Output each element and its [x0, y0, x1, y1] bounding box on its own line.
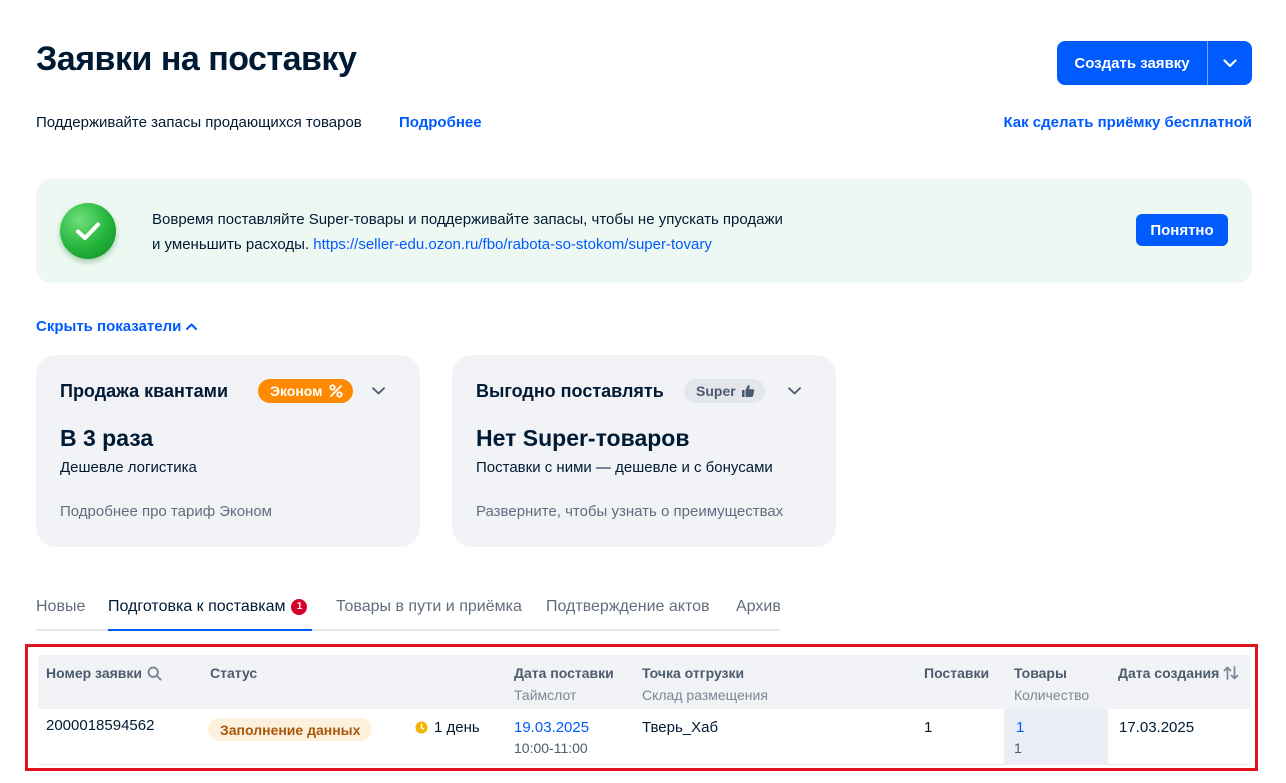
goods-count-link[interactable]: 1	[1016, 719, 1024, 736]
deadline-timer-label: 1 день	[434, 719, 480, 736]
page-title: Заявки на поставку	[36, 40, 357, 78]
chevron-down-icon	[371, 387, 385, 395]
supply-tabs: Новые Подготовка к поставкам 1 Товары в п…	[36, 598, 781, 631]
card-title: Продажа квантами	[60, 381, 229, 401]
super-badge-label: Super	[696, 383, 736, 399]
card-footer-link[interactable]: Подробнее про тариф Эконом	[60, 503, 272, 520]
super-badge: Super	[684, 379, 765, 403]
page-subtitle: Поддерживайте запасы продающихся товаров	[36, 114, 362, 131]
chevron-down-icon	[1223, 58, 1237, 67]
banner-text: Вовремя поставляйте Super-товары и подде…	[152, 207, 783, 257]
free-acceptance-link[interactable]: Как сделать приёмку бесплатной	[1003, 114, 1252, 131]
create-request-button[interactable]: Создать заявку	[1057, 41, 1208, 85]
tab-in-transit[interactable]: Товары в пути и приёмка	[336, 598, 522, 631]
card-headline: Нет Super-товаров	[476, 425, 690, 451]
status-badge: Заполнение данных	[208, 718, 373, 741]
expand-card-button[interactable]	[370, 383, 386, 399]
column-quantity: Количество	[1014, 687, 1090, 703]
card-footer-text: Разверните, чтобы узнать о преимуществах	[476, 503, 784, 520]
hide-metrics-link[interactable]: Скрыть показатели	[36, 318, 198, 335]
supply-requests-table: Номер заявки Статус Дата поставки Таймсл…	[25, 644, 1258, 771]
econom-badge: Эконом	[258, 379, 353, 403]
shipment-point-value: Тверь_Хаб	[642, 719, 719, 736]
column-delivery-date: Дата поставки	[514, 665, 614, 681]
column-timeslot: Таймслот	[514, 687, 577, 703]
tab-preparation-label: Подготовка к поставкам	[108, 598, 286, 615]
delivery-date-link[interactable]: 19.03.2025	[514, 719, 589, 736]
create-request-dropdown-button[interactable]	[1208, 41, 1252, 85]
banner-line-1: Вовремя поставляйте Super-товары и подде…	[152, 211, 783, 228]
check-circle-icon	[60, 203, 116, 259]
card-title: Выгодно поставлять	[476, 381, 664, 401]
create-request-button-group: Создать заявку	[1057, 41, 1252, 85]
chevron-up-icon	[186, 323, 198, 330]
econom-badge-label: Эконом	[270, 383, 323, 399]
banner-line-2-prefix: и уменьшить расходы.	[152, 236, 314, 253]
column-number-label: Номер заявки	[46, 665, 143, 681]
tab-preparation[interactable]: Подготовка к поставкам 1	[108, 598, 312, 631]
more-info-link[interactable]: Подробнее	[399, 114, 482, 131]
goods-cell-highlight	[1004, 709, 1108, 765]
table-row[interactable]: 2000018594562 Заполнение данных 1 день 1…	[38, 709, 1250, 765]
thumbs-up-icon	[741, 385, 754, 397]
metric-card-quantum: Продажа квантами Эконом В 3 раза Дешевле…	[36, 355, 420, 547]
tab-acts-confirmation[interactable]: Подтверждение актов	[546, 598, 710, 631]
percent-icon	[328, 384, 343, 398]
table-header: Номер заявки Статус Дата поставки Таймсл…	[38, 655, 1250, 709]
expand-card-button[interactable]	[786, 383, 802, 399]
column-shipment-point: Точка отгрузки	[642, 665, 745, 681]
timeslot-value: 10:00-11:00	[514, 740, 588, 756]
column-number[interactable]: Номер заявки	[46, 665, 162, 681]
sort-icon[interactable]	[1223, 666, 1239, 680]
hide-metrics-label: Скрыть показатели	[36, 318, 182, 335]
chevron-down-icon	[787, 387, 801, 395]
banner-line-2: и уменьшить расходы. https://seller-edu.…	[152, 232, 783, 257]
clock-icon	[415, 721, 428, 734]
column-created-date[interactable]: Дата создания	[1118, 665, 1239, 681]
tab-count-badge: 1	[291, 598, 308, 615]
metric-card-super: Выгодно поставлять Super Нет Super-товар…	[452, 355, 836, 547]
banner-edu-link[interactable]: https://seller-edu.ozon.ru/fbo/rabota-so…	[313, 236, 712, 253]
card-description: Дешевле логистика	[60, 459, 197, 476]
column-storage-warehouse: Склад размещения	[642, 687, 768, 703]
supplies-count: 1	[924, 719, 933, 736]
quantity-value: 1	[1014, 740, 1022, 756]
column-created-label: Дата создания	[1118, 665, 1220, 681]
tab-new[interactable]: Новые	[36, 598, 85, 631]
request-number[interactable]: 2000018594562	[46, 717, 154, 734]
card-headline: В 3 раза	[60, 425, 154, 451]
column-supplies: Поставки	[924, 665, 990, 681]
tab-archive[interactable]: Архив	[736, 598, 781, 631]
column-status: Статус	[210, 665, 258, 681]
search-icon[interactable]	[147, 666, 162, 681]
created-date-value: 17.03.2025	[1119, 719, 1195, 736]
banner-ok-button[interactable]: Понятно	[1136, 214, 1228, 246]
column-goods: Товары	[1014, 665, 1067, 681]
deadline-timer: 1 день	[415, 719, 480, 736]
card-description: Поставки с ними — дешевле и с бонусами	[476, 459, 773, 476]
super-goods-banner: Вовремя поставляйте Super-товары и подде…	[36, 179, 1252, 283]
